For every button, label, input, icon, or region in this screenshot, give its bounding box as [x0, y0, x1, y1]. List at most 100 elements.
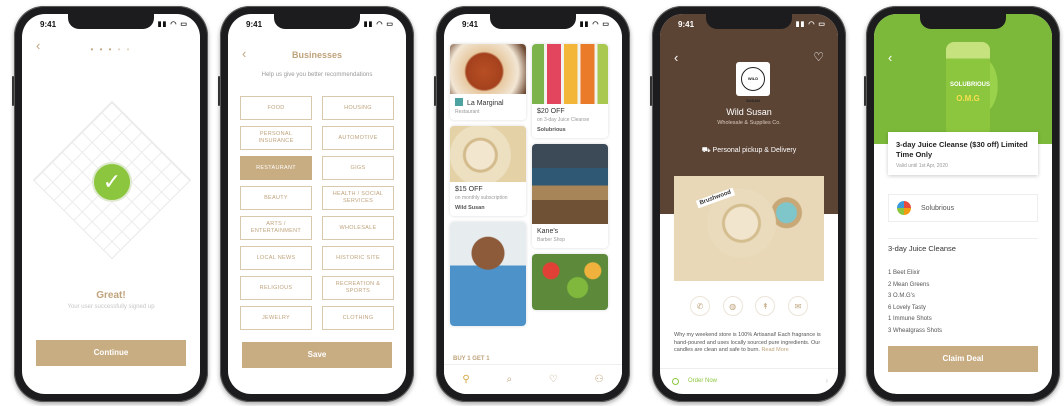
delivery-truck-icon: ⛟: [701, 147, 713, 154]
category-housing[interactable]: HOUSING: [322, 96, 394, 120]
category-grid: FOOD HOUSING PERSONAL INSURANCE AUTOMOTI…: [240, 96, 394, 330]
notch: [68, 14, 154, 29]
list-item: 3 O.M.G's: [888, 293, 915, 299]
feed-grid: La Marginal Restaurant $15 OFF on monthl…: [450, 44, 616, 364]
category-restaurant[interactable]: RESTAURANT: [240, 156, 312, 180]
feed-card-kanes[interactable]: Kane's Barber Shop: [532, 144, 608, 248]
merchant-logo-icon: [897, 201, 911, 215]
category-local-news[interactable]: LOCAL NEWS: [240, 246, 312, 270]
back-icon[interactable]: ‹: [888, 50, 892, 65]
progress-dots-active: • • •: [90, 45, 114, 54]
status-time: 9:41: [246, 20, 263, 29]
tab-bar: ⚲ ⌕ ♡ ⚇: [444, 364, 622, 394]
heart-tab-icon[interactable]: ♡: [549, 374, 558, 385]
profile-tab-icon[interactable]: ⚇: [595, 374, 604, 385]
contact-actions: ✆ ◍ ↟ ✉: [690, 296, 808, 316]
category-personal-insurance[interactable]: PERSONAL INSURANCE: [240, 126, 312, 150]
phone-signup-success: 9:41 ▮▮ ◠ ▭ ‹ • • • • • ✓ Great! Your us…: [12, 6, 208, 402]
screen-businesses: 9:41 ▮▮ ◠ ▭ ‹ Businesses Help us give yo…: [228, 14, 406, 394]
back-icon[interactable]: ‹: [242, 46, 246, 61]
logo-text: WILD SUSAN: [741, 67, 765, 103]
phone-deal-detail: SOLUBRIOUS O.M.G ‹ 3-day Juice Cleanse (…: [864, 6, 1060, 402]
candle-image: [450, 126, 526, 182]
card-title: $15 OFF: [455, 186, 483, 193]
order-now-bar[interactable]: Order Now ›: [660, 368, 838, 394]
food-image: [450, 44, 526, 94]
feed-card-solubrious[interactable]: $20 OFF on 3-day Juice Cleanse Solubriou…: [532, 44, 608, 138]
card-caption: $15 OFF on monthly subscription Wild Sus…: [450, 182, 526, 216]
success-title: Great!: [96, 290, 126, 301]
progress-dots: • • • • •: [22, 45, 200, 54]
category-automotive[interactable]: AUTOMOTIVE: [322, 126, 394, 150]
card-subtitle: Restaurant: [455, 109, 480, 115]
directions-icon[interactable]: ↟: [755, 296, 776, 316]
search-tab-icon[interactable]: ⌕: [507, 374, 513, 385]
pickup-delivery-label: ⛟ Personal pickup & Delivery: [660, 146, 838, 155]
checkmark-icon: ✓: [92, 162, 132, 202]
favorite-heart-icon[interactable]: ♡: [813, 50, 824, 64]
status-time: 9:41: [678, 20, 695, 29]
notch: [706, 14, 792, 29]
juice-image: [532, 44, 608, 104]
category-recreation-sports[interactable]: RECREATION & SPORTS: [322, 276, 394, 300]
status-time: 9:41: [40, 20, 57, 29]
phone-business-detail: 9:41 ▮▮ ◠ ▭ ‹ ♡ WILD SUSAN Wild Susan Wh…: [650, 6, 846, 402]
feed-column-left: La Marginal Restaurant $15 OFF on monthl…: [450, 44, 526, 332]
card-subtitle: on 3-day Juice Cleanse: [537, 117, 590, 123]
feed-card-la-marginal[interactable]: La Marginal Restaurant: [450, 44, 526, 120]
back-icon[interactable]: ‹: [674, 50, 678, 65]
feed-column-right: $20 OFF on 3-day Juice Cleanse Solubriou…: [532, 44, 608, 316]
description-text: Why my weekend store is 100% Artisanal! …: [674, 332, 821, 353]
category-health-social[interactable]: HEALTH / SOCIAL SERVICES: [322, 186, 394, 210]
notch: [274, 14, 360, 29]
fruit-image: [532, 254, 608, 310]
bottle-name: O.M.G: [956, 94, 980, 103]
divider: [888, 238, 1038, 239]
status-icons: ▮▮ ◠ ▭: [579, 21, 610, 28]
location-tab-icon[interactable]: ⚲: [462, 374, 469, 385]
claim-deal-button[interactable]: Claim Deal: [888, 346, 1038, 372]
category-beauty[interactable]: BEAUTY: [240, 186, 312, 210]
read-more-link[interactable]: Read More: [761, 347, 788, 353]
category-wholesale[interactable]: WHOLESALE: [322, 216, 394, 240]
category-gigs[interactable]: GIGS: [322, 156, 394, 180]
feed-card-wild-susan[interactable]: $15 OFF on monthly subscription Wild Sus…: [450, 126, 526, 216]
category-food[interactable]: FOOD: [240, 96, 312, 120]
pickup-delivery-text: Personal pickup & Delivery: [712, 147, 797, 154]
card-subtitle: Barber Shop: [537, 237, 566, 243]
section-title: 3-day Juice Cleanse: [888, 244, 956, 253]
list-item: 1 Beet Elixir: [888, 270, 921, 276]
category-historic-site[interactable]: HISTORIC SITE: [322, 246, 394, 270]
card-caption: $20 OFF on 3-day Juice Cleanse Solubriou…: [532, 104, 608, 138]
save-button[interactable]: Save: [242, 342, 392, 368]
mail-icon[interactable]: ✉: [787, 296, 808, 316]
status-icons: ▮▮ ◠ ▭: [157, 21, 188, 28]
restaurant-logo-icon: [455, 98, 463, 106]
phone-feed: 9:41 ▮▮ ◠ ▭ La Marginal Restaurant $15 O…: [434, 6, 630, 402]
status-icons: ▮▮ ◠ ▭: [795, 21, 826, 28]
back-icon[interactable]: ‹: [36, 38, 40, 53]
card-subtitle: on monthly subscription: [455, 195, 508, 201]
website-icon[interactable]: ◍: [722, 296, 743, 316]
business-description: Why my weekend store is 100% Artisanal! …: [674, 332, 824, 355]
continue-button[interactable]: Continue: [36, 340, 186, 366]
category-jewelry[interactable]: JEWELRY: [240, 306, 312, 330]
card-title-text: La Marginal: [467, 100, 504, 107]
success-subtitle: Your user successfully signed up: [67, 304, 155, 310]
merchant-row[interactable]: Solubrious: [888, 194, 1038, 222]
card-caption: Kane's Barber Shop: [532, 224, 608, 248]
phone-icon[interactable]: ✆: [690, 296, 710, 316]
screen-success: 9:41 ▮▮ ◠ ▭ ‹ • • • • • ✓ Great! Your us…: [22, 14, 200, 394]
app-showcase: 9:41 ▮▮ ◠ ▭ ‹ • • • • • ✓ Great! Your us…: [0, 0, 1064, 406]
category-clothing[interactable]: CLOTHING: [322, 306, 394, 330]
list-item: 2 Mean Greens: [888, 281, 930, 288]
feed-card-fruit[interactable]: [532, 254, 608, 310]
bottle-brand: SOLUBRIOUS: [950, 82, 991, 88]
category-religious[interactable]: RELIGIOUS: [240, 276, 312, 300]
merchant-name: Solubrious: [921, 204, 955, 212]
deal-validity: Valid until 1st Apr, 2020: [896, 163, 948, 169]
category-arts-entertainment[interactable]: ARTS / ENTERTAINMENT: [240, 216, 312, 240]
deal-items-list: 1 Beet Elixir 2 Mean Greens 3 O.M.G's 6 …: [888, 268, 942, 337]
feed-card-promo[interactable]: [450, 222, 526, 326]
notch: [920, 14, 1006, 29]
